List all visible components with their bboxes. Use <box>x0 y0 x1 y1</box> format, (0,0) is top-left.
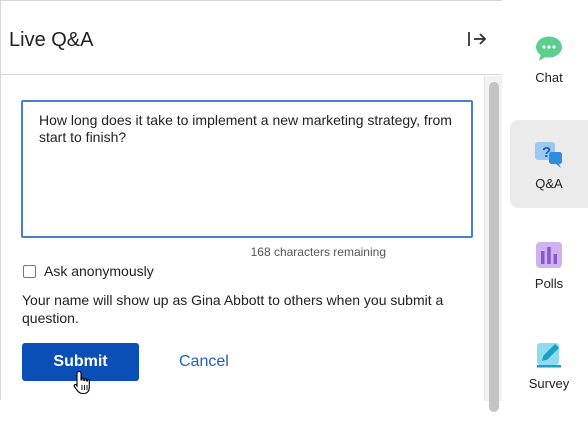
collapse-panel-icon[interactable] <box>466 28 488 50</box>
sidebar-item-qa[interactable]: ? Q&A <box>510 120 588 208</box>
page-title: Live Q&A <box>9 29 94 51</box>
sidebar-item-chat[interactable]: Chat <box>510 34 588 122</box>
question-input[interactable]: How long does it take to implement a new… <box>21 100 473 238</box>
scrollbar-thumb[interactable] <box>489 82 499 412</box>
qa-icon: ? <box>535 142 562 168</box>
ask-anonymously-label[interactable]: Ask anonymously <box>44 263 154 279</box>
survey-icon <box>537 343 561 368</box>
right-sidebar: Chat ? Q&A Polls Survey <box>502 0 588 400</box>
sidebar-item-survey[interactable]: Survey <box>510 340 588 428</box>
hand-cursor-icon <box>73 370 90 395</box>
sidebar-item-qa-label: Q&A <box>535 176 563 191</box>
sidebar-item-polls-label: Polls <box>534 276 564 291</box>
ask-anonymously-checkbox[interactable] <box>23 264 36 278</box>
polls-icon <box>536 242 562 268</box>
cancel-button[interactable]: Cancel <box>179 343 269 381</box>
panel-scrollbar[interactable] <box>484 76 503 412</box>
ask-anonymously-row[interactable]: Ask anonymously <box>23 262 154 280</box>
chat-icon <box>536 36 562 61</box>
panel-header: Live Q&A <box>1 1 502 75</box>
sidebar-item-survey-label: Survey <box>528 376 570 391</box>
characters-remaining: 168 characters remaining <box>250 245 386 259</box>
identity-note: Your name will show up as Gina Abbott to… <box>22 292 444 326</box>
sidebar-item-chat-label: Chat <box>535 70 563 85</box>
sidebar-item-polls[interactable]: Polls <box>510 240 588 328</box>
live-qa-panel: Live Q&A How long does it take to implem… <box>0 0 503 412</box>
